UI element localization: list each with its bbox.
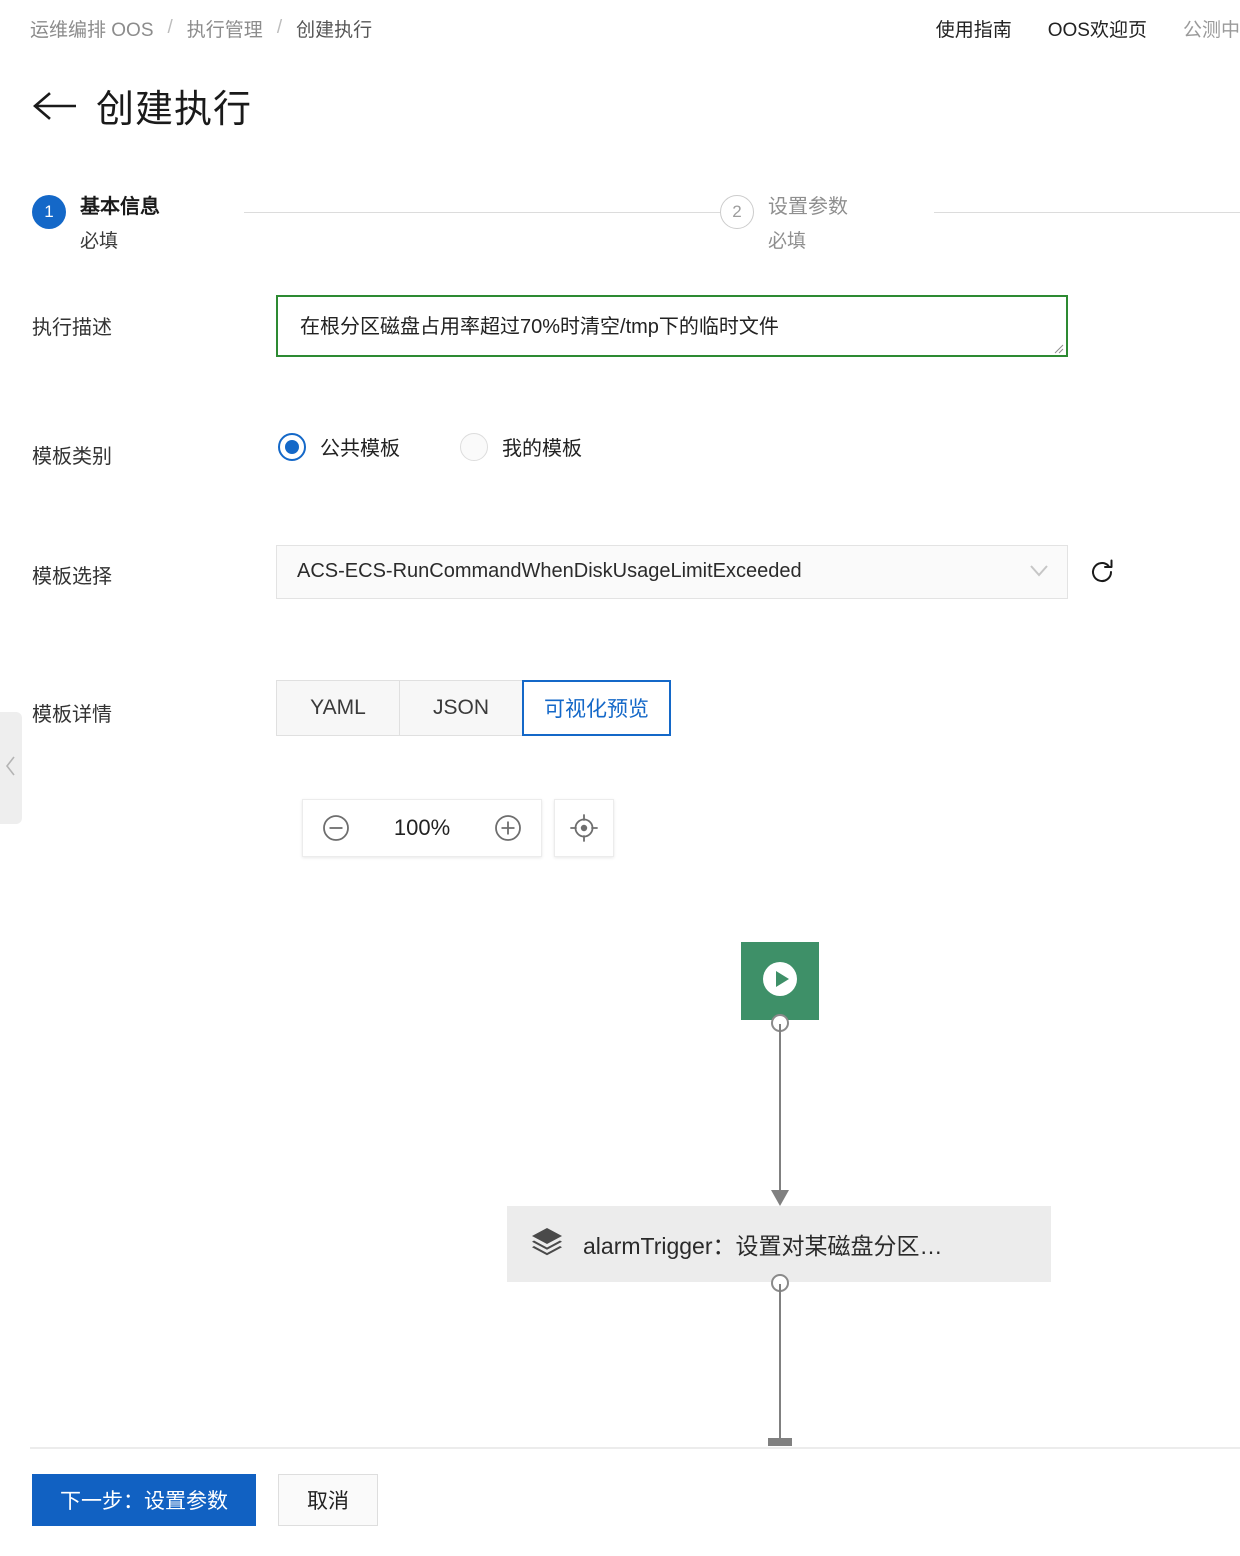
edge-arrowhead-icon: [771, 1190, 789, 1206]
fit-to-screen-button[interactable]: [554, 799, 614, 857]
zoom-control-group: 100%: [302, 799, 542, 857]
label-template-category: 模板类别: [32, 446, 112, 468]
breadcrumb: 运维编排 OOS / 执行管理 / 创建执行: [30, 15, 372, 42]
template-select-dropdown[interactable]: ACS-ECS-RunCommandWhenDiskUsageLimitExce…: [276, 545, 1068, 599]
page-title: 创建执行: [96, 89, 253, 131]
zoom-level-value: 100%: [393, 815, 451, 840]
link-user-guide[interactable]: 使用指南: [936, 15, 1012, 42]
tab-json[interactable]: JSON: [399, 680, 523, 736]
cancel-button[interactable]: 取消: [278, 1474, 378, 1526]
radio-my-template[interactable]: 我的模板: [460, 432, 582, 461]
resize-handle-icon[interactable]: [1052, 341, 1064, 354]
step-indicator: 1 基本信息 必填 2 设置参数 必填: [32, 195, 1240, 275]
refresh-icon[interactable]: [1087, 557, 1117, 587]
breadcrumb-separator: /: [167, 17, 173, 38]
step-connector-line: [244, 212, 736, 213]
form-row-description: 执行描述 在根分区磁盘占用率超过70%时清空/tmp下的临时文件: [32, 295, 1212, 361]
chevron-left-icon: [4, 754, 18, 783]
label-template-detail: 模板详情: [32, 704, 112, 726]
step-item-set-parameters[interactable]: 2 设置参数 必填: [720, 195, 848, 253]
minus-circle-icon[interactable]: [321, 813, 351, 843]
step-label: 基本信息: [80, 196, 160, 218]
footer-divider: [30, 1447, 1240, 1449]
footer-actions: 下一步：设置参数 取消: [32, 1474, 378, 1526]
step-number-badge: 2: [720, 195, 754, 229]
label-template-select: 模板选择: [32, 566, 112, 588]
execution-description-value: 在根分区磁盘占用率超过70%时清空/tmp下的临时文件: [300, 316, 779, 338]
step-label: 设置参数: [768, 196, 848, 218]
layers-icon: [529, 1224, 565, 1265]
page-header: 创建执行: [32, 78, 252, 133]
breadcrumb-item-oos[interactable]: 运维编排 OOS: [30, 15, 154, 42]
top-bar: 运维编排 OOS / 执行管理 / 创建执行 使用指南 OOS欢迎页 公测中: [0, 0, 1240, 56]
link-public-beta[interactable]: 公测中: [1183, 15, 1240, 42]
workflow-task-node-label: alarmTrigger：设置对某磁盘分区…: [583, 1233, 943, 1259]
radio-label: 公共模板: [320, 438, 400, 460]
workflow-canvas[interactable]: 100% alarmTrigger：设置对某磁盘分区…: [244, 766, 1240, 1446]
next-step-button[interactable]: 下一步：设置参数: [32, 1474, 256, 1526]
form-row-template-detail: 模板详情 YAML JSON 可视化预览: [32, 680, 1212, 740]
radio-selected-icon: [278, 432, 306, 461]
step-number-badge: 1: [32, 195, 66, 229]
step-sublabel: 必填: [768, 231, 807, 252]
workflow-start-node[interactable]: [741, 942, 819, 1020]
label-execution-description: 执行描述: [32, 317, 112, 339]
breadcrumb-separator: /: [276, 17, 283, 38]
tab-yaml[interactable]: YAML: [276, 680, 400, 736]
crosshair-target-icon: [569, 813, 599, 843]
breadcrumb-item-execution-management[interactable]: 执行管理: [187, 15, 263, 42]
workflow-edge: [779, 1284, 781, 1446]
tab-visual-preview[interactable]: 可视化预览: [522, 680, 671, 736]
template-category-radio-group: 公共模板 我的模板: [278, 432, 582, 461]
workflow-edge: [779, 1024, 781, 1194]
form-row-template-category: 模板类别 公共模板 我的模板: [32, 432, 1212, 472]
step-sublabel: 必填: [80, 231, 119, 252]
workflow-task-node-alarmtrigger[interactable]: alarmTrigger：设置对某磁盘分区…: [507, 1206, 1051, 1282]
sidebar-collapse-handle[interactable]: [0, 712, 22, 824]
chevron-down-icon: [1027, 563, 1051, 584]
execution-description-input[interactable]: 在根分区磁盘占用率超过70%时清空/tmp下的临时文件: [276, 295, 1068, 357]
radio-public-template[interactable]: 公共模板: [278, 432, 400, 461]
zoom-toolbar: 100%: [302, 799, 614, 857]
template-detail-tabs: YAML JSON 可视化预览: [276, 680, 671, 736]
top-links: 使用指南 OOS欢迎页 公测中: [936, 0, 1240, 56]
play-circle-icon: [758, 957, 802, 1006]
step-item-basic-info[interactable]: 1 基本信息 必填: [32, 195, 160, 253]
step-connector-line: [934, 212, 1240, 213]
link-oos-welcome[interactable]: OOS欢迎页: [1048, 15, 1147, 42]
template-select-value: ACS-ECS-RunCommandWhenDiskUsageLimitExce…: [297, 560, 802, 582]
radio-unselected-icon: [460, 432, 488, 461]
plus-circle-icon[interactable]: [493, 813, 523, 843]
breadcrumb-item-create-execution: 创建执行: [296, 19, 373, 41]
form-row-template-select: 模板选择 ACS-ECS-RunCommandWhenDiskUsageLimi…: [32, 545, 1212, 599]
radio-label: 我的模板: [502, 438, 582, 460]
edge-arrowhead-icon: [768, 1438, 792, 1446]
arrow-left-icon[interactable]: [32, 83, 78, 129]
